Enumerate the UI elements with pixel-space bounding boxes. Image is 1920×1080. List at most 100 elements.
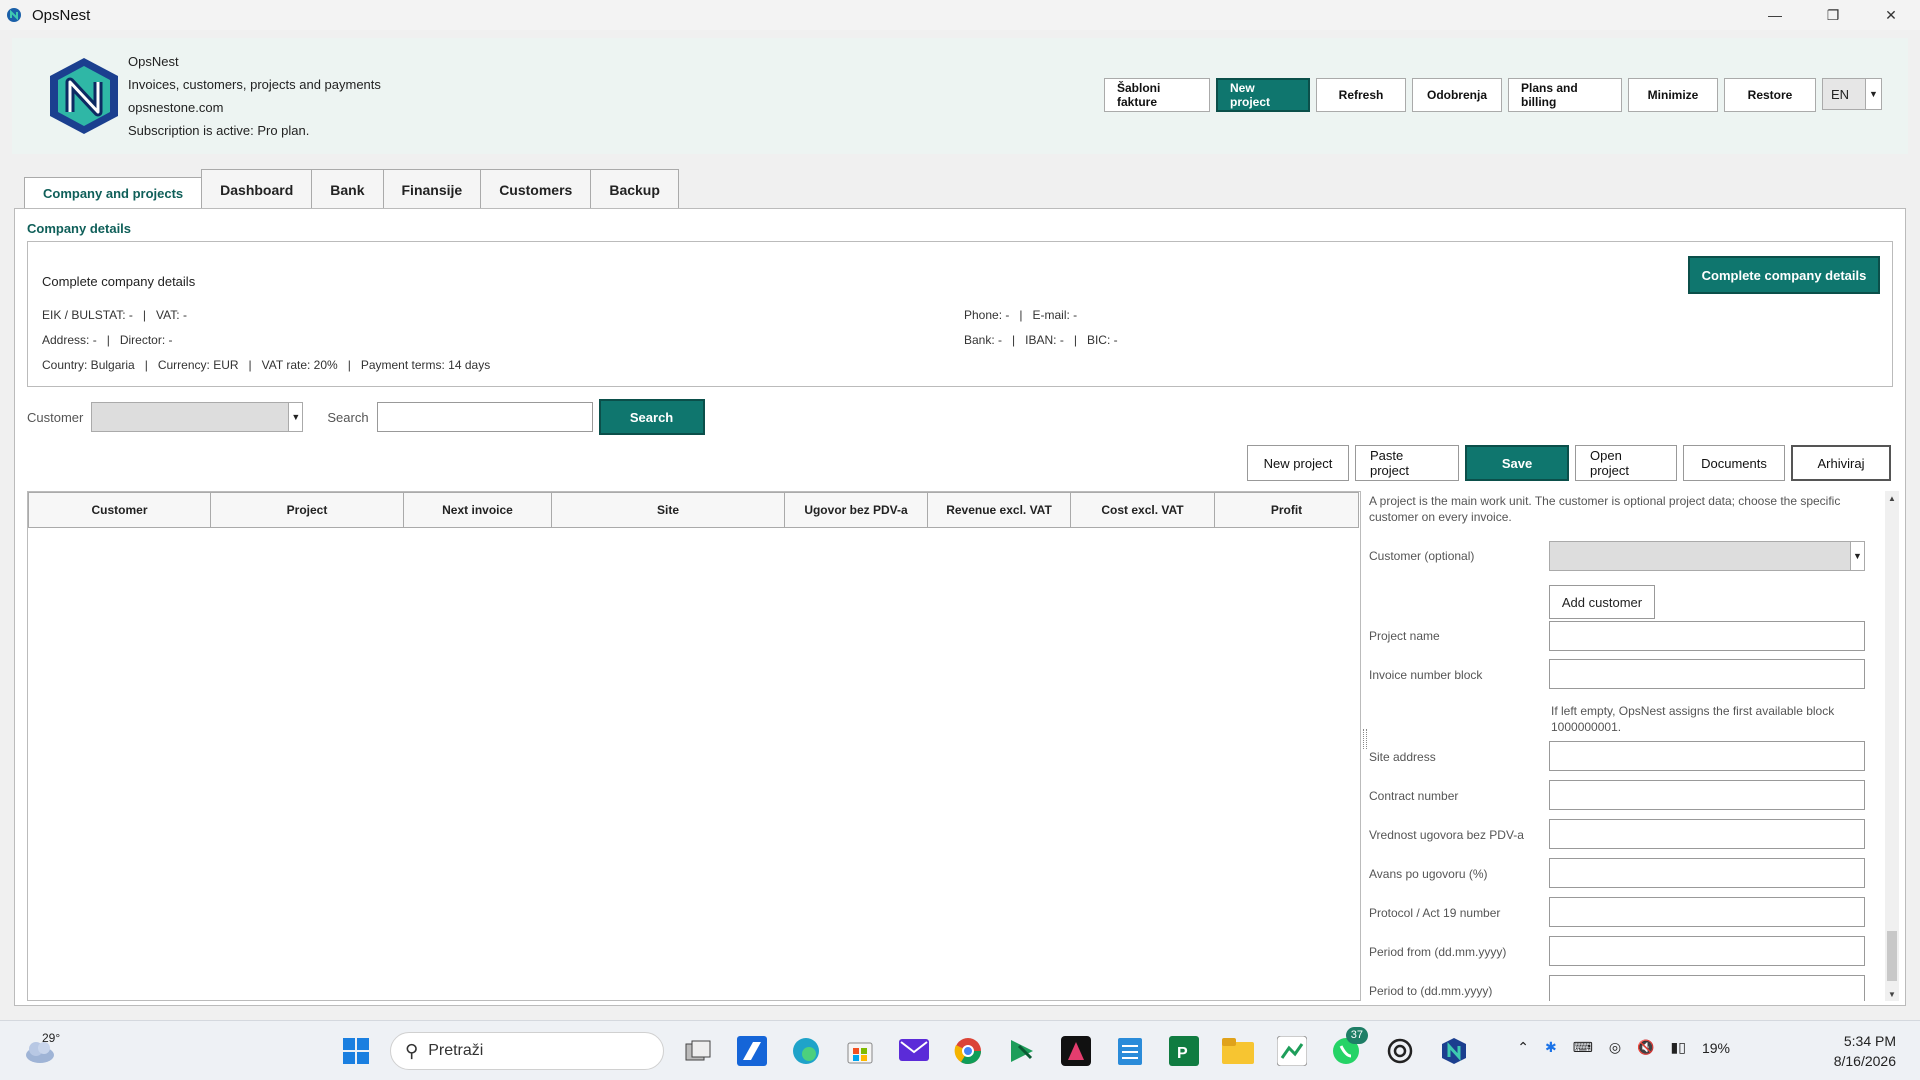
notepad-icon[interactable] [1110,1031,1150,1071]
project-form: A project is the main work unit. The cus… [1369,491,1881,1001]
start-icon[interactable] [336,1031,376,1071]
chevron-down-icon[interactable]: ▼ [1865,79,1881,109]
app-icon-1[interactable] [732,1031,772,1071]
company-row-bank: Bank: - | IBAN: - | BIC: - [964,333,1118,347]
complete-company-details-button[interactable]: Complete company details [1688,256,1880,294]
email-value: E-mail: - [1032,308,1078,322]
language-select[interactable]: EN ▼ [1822,78,1882,110]
tab-bank[interactable]: Bank [311,169,384,209]
minimize-app-button[interactable]: Minimize [1628,78,1718,112]
chevron-down-icon[interactable]: ▼ [1850,542,1864,570]
company-row-settings: Country: Bulgaria | Currency: EUR | VAT rate… [42,358,491,372]
paste-project-button[interactable]: Paste project [1355,445,1459,481]
projects-table[interactable]: Customer Project Next invoice Site Ugovo… [27,491,1361,1001]
period-to-input[interactable] [1549,975,1865,1001]
site-address-input[interactable] [1549,741,1865,771]
app-tagline: Invoices, customers, projects and paymen… [128,77,381,92]
keyboard-icon[interactable]: ⌨ [1573,1039,1593,1056]
add-customer-button[interactable]: Add customer [1549,585,1655,619]
tab-customers[interactable]: Customers [480,169,592,209]
close-icon[interactable]: ✕ [1862,0,1920,30]
tab-backup[interactable]: Backup [590,169,679,209]
open-project-button[interactable]: Open project [1575,445,1677,481]
contract-number-label: Contract number [1369,789,1459,803]
mute-icon[interactable]: 🔇 [1637,1039,1654,1056]
windows-taskbar: 29° ⚲ Pretraži P 37 ⌃ ✱ ⌨ ◎ 🔇 ▮▯ 19% 5:3… [0,1020,1920,1080]
mail-icon[interactable] [894,1031,934,1071]
column-customer[interactable]: Customer [28,492,211,528]
site-address-label: Site address [1369,750,1436,764]
chevron-down-icon[interactable]: ▼ [288,403,303,431]
subscription-status: Subscription is active: Pro plan. [128,123,310,138]
restore-app-button[interactable]: Restore [1724,78,1816,112]
whatsapp-icon[interactable]: 37 [1326,1027,1368,1071]
approvals-button[interactable]: Odobrenja [1412,78,1502,112]
period-from-input[interactable] [1549,936,1865,966]
tab-company-projects[interactable]: Company and projects [24,177,203,209]
form-scrollbar[interactable]: ▲ ▼ [1885,491,1899,1001]
search-input[interactable] [376,402,593,432]
protocol-input[interactable] [1549,897,1865,927]
bank-value: Bank: - [964,333,1003,347]
documents-button[interactable]: Documents [1683,445,1785,481]
tab-dashboard[interactable]: Dashboard [201,169,313,209]
column-revenue[interactable]: Revenue excl. VAT [927,492,1071,528]
contract-value-input[interactable] [1549,819,1865,849]
app-icon-3[interactable] [1056,1031,1096,1071]
column-contract-value[interactable]: Ugovor bez PDV-a [784,492,928,528]
search-icon: ⚲ [405,1040,419,1061]
chatgpt-icon[interactable] [1380,1031,1420,1071]
store-icon[interactable] [840,1031,880,1071]
invoice-templates-button[interactable]: Šabloni fakture [1104,78,1210,112]
bluetooth-icon[interactable]: ✱ [1545,1039,1557,1056]
chrome-icon[interactable] [948,1031,988,1071]
scroll-down-icon[interactable]: ▼ [1885,987,1899,1001]
scrollbar-thumb[interactable] [1887,931,1897,981]
column-next-invoice[interactable]: Next invoice [403,492,552,528]
contract-number-input[interactable] [1549,780,1865,810]
whatsapp-badge: 37 [1345,1027,1368,1044]
save-button[interactable]: Save [1465,445,1569,481]
scroll-up-icon[interactable]: ▲ [1885,491,1899,505]
new-project-header-button[interactable]: New project [1216,78,1310,112]
app-website[interactable]: opsnestone.com [128,96,381,119]
taskbar-clock[interactable]: 5:34 PM 8/16/2026 [1834,1031,1896,1071]
app-icon-4[interactable] [1272,1031,1312,1071]
refresh-button[interactable]: Refresh [1316,78,1406,112]
tab-finansije[interactable]: Finansije [382,169,482,209]
archive-button[interactable]: Arhiviraj [1791,445,1891,481]
battery-icon[interactable]: ▮▯ [1671,1039,1686,1056]
new-project-button[interactable]: New project [1247,445,1349,481]
app-icon-2[interactable] [1002,1031,1042,1071]
project-app-icon[interactable]: P [1164,1031,1204,1071]
file-explorer-icon[interactable] [1218,1031,1258,1071]
panel-splitter[interactable] [1363,729,1367,749]
vat-value: VAT: - [156,308,187,322]
project-form-intro: A project is the main work unit. The cus… [1369,494,1841,524]
phone-value: Phone: - [964,308,1010,322]
restore-icon[interactable]: ❐ [1804,0,1862,30]
country-value: Country: Bulgaria [42,358,135,372]
advance-input[interactable] [1549,858,1865,888]
chevron-up-icon[interactable]: ⌃ [1517,1039,1529,1056]
column-cost[interactable]: Cost excl. VAT [1070,492,1215,528]
task-view-icon[interactable] [678,1031,718,1071]
plans-billing-button[interactable]: Plans and billing [1508,78,1622,112]
project-name-input[interactable] [1549,621,1865,651]
customer-optional-select[interactable]: ▼ [1549,541,1865,571]
customer-filter-select[interactable]: ▼ [91,402,304,432]
invoice-block-input[interactable] [1549,659,1865,689]
opsnest-logo [50,58,118,134]
column-profit[interactable]: Profit [1214,492,1359,528]
wifi-icon[interactable]: ◎ [1609,1039,1621,1056]
weather-widget[interactable]: 29° [22,1031,62,1071]
search-button[interactable]: Search [598,399,705,435]
column-project[interactable]: Project [210,492,404,528]
app-header: OpsNest Invoices, customers, projects an… [12,38,1908,154]
payment-terms-value: Payment terms: 14 days [360,358,491,372]
edge-icon[interactable] [786,1031,826,1071]
taskbar-search[interactable]: ⚲ Pretraži [390,1032,664,1070]
minimize-icon[interactable]: — [1746,0,1804,30]
column-site[interactable]: Site [551,492,785,528]
opsnest-taskbar-icon[interactable] [1434,1031,1474,1071]
